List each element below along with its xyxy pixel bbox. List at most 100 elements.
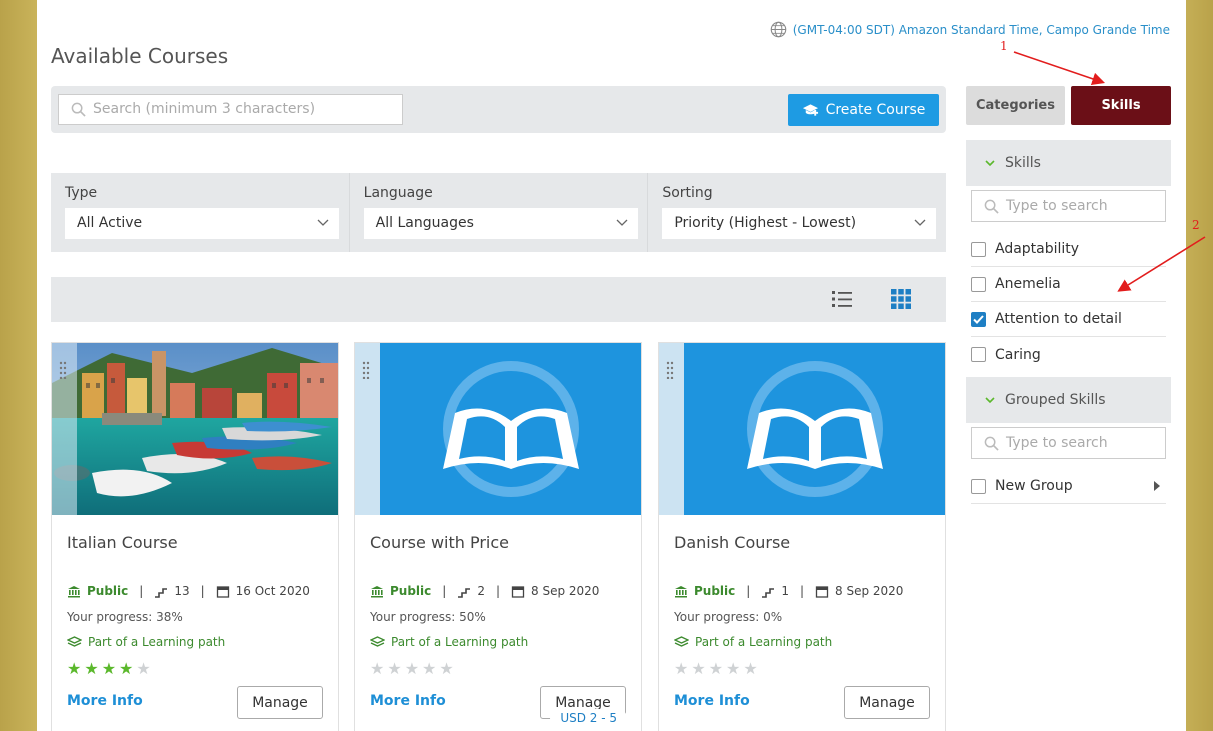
list-view-icon[interactable] — [831, 288, 853, 310]
learning-path-label: Part of a Learning path — [88, 635, 226, 649]
star-empty-icon: ★ — [439, 659, 454, 678]
progress-text: Your progress: 0% — [674, 610, 782, 624]
star-empty-icon: ★ — [691, 659, 706, 678]
progress-value: 0% — [763, 610, 783, 624]
book-placeholder — [355, 343, 641, 515]
star-filled-icon: ★ — [119, 659, 134, 678]
course-title[interactable]: Course with Price — [370, 533, 509, 552]
drag-handle-icon[interactable] — [666, 361, 674, 379]
more-info-link[interactable]: More Info — [67, 693, 143, 709]
price-badge: USD 2 - 5 — [550, 709, 627, 727]
progress-value: 38% — [156, 610, 183, 624]
separator: | — [139, 584, 144, 598]
manage-button[interactable]: Manage — [237, 686, 323, 719]
lesson-count: 13 — [174, 584, 190, 598]
separator: | — [442, 584, 447, 598]
layers-icon — [67, 636, 82, 647]
visibility-label: Public — [694, 584, 736, 598]
filter-type-label: Type — [65, 185, 98, 201]
group-item[interactable]: New Group — [971, 469, 1166, 504]
course-image — [659, 343, 945, 515]
tab-categories[interactable]: Categories — [966, 86, 1065, 125]
filter-sorting-select[interactable]: Priority (Highest - Lowest) — [662, 208, 937, 239]
course-title[interactable]: Italian Course — [67, 533, 178, 552]
filter-bar: Type All Active Language All Languages S… — [51, 173, 946, 252]
progress-text: Your progress: 38% — [67, 610, 183, 624]
drag-handle-icon[interactable] — [362, 361, 370, 379]
photo-cinque-terre — [52, 343, 338, 515]
search-input[interactable]: Search (minimum 3 characters) — [58, 94, 403, 125]
skill-item[interactable]: Anemelia — [971, 267, 1166, 302]
manage-button[interactable]: Manage — [844, 686, 930, 719]
cap-plus-icon — [802, 104, 818, 116]
filter-sorting-value: Priority (Highest - Lowest) — [674, 215, 857, 231]
group-label: New Group — [995, 478, 1073, 494]
create-course-button[interactable]: Create Course — [788, 94, 939, 126]
chevron-down-icon — [317, 219, 329, 226]
skills-search-input[interactable]: Type to search — [971, 190, 1166, 222]
course-card[interactable]: Danish Course Public | 1 | 8 Sep 2020 Yo… — [658, 342, 946, 731]
skills-search-placeholder: Type to search — [1006, 198, 1108, 214]
course-grid: Italian Course Public | 13 | 16 Oct 2020… — [51, 342, 946, 731]
separator: | — [495, 584, 501, 598]
checkbox-checked[interactable] — [971, 311, 986, 327]
drag-strip[interactable] — [659, 343, 684, 515]
chevron-down-icon — [985, 159, 995, 166]
drag-strip[interactable] — [52, 343, 77, 515]
filter-language-select[interactable]: All Languages — [363, 208, 638, 239]
skill-item[interactable]: Caring — [971, 337, 1166, 372]
layers-icon — [674, 636, 689, 647]
star-filled-icon: ★ — [67, 659, 82, 678]
learning-path: Part of a Learning path — [370, 635, 528, 649]
checkbox[interactable] — [971, 478, 986, 494]
caret-right-icon[interactable] — [1154, 481, 1160, 491]
timezone-link[interactable]: (GMT-04:00 SDT) Amazon Standard Time, Ca… — [770, 21, 1170, 38]
grouped-skills-title: Grouped Skills — [1005, 392, 1106, 408]
course-date: 16 Oct 2020 — [235, 584, 310, 598]
checkmark-icon — [973, 314, 984, 324]
skills-section-header[interactable]: Skills — [966, 140, 1171, 186]
learning-path-label: Part of a Learning path — [391, 635, 529, 649]
more-info-link[interactable]: More Info — [370, 693, 446, 709]
checkbox[interactable] — [971, 241, 986, 257]
lesson-count: 2 — [477, 584, 485, 598]
steps-icon — [155, 587, 168, 598]
filter-sorting-label: Sorting — [662, 185, 713, 201]
course-date: 8 Sep 2020 — [531, 584, 600, 598]
course-card[interactable]: USD 2 - 5 Course with Price Public | 2 |… — [354, 342, 642, 731]
star-empty-icon: ★ — [708, 659, 724, 678]
more-info-link[interactable]: More Info — [674, 693, 750, 709]
tab-skills[interactable]: Skills — [1071, 86, 1171, 125]
star-empty-icon: ★ — [674, 659, 689, 678]
grouped-skills-section-header[interactable]: Grouped Skills — [966, 377, 1171, 423]
visibility-label: Public — [390, 584, 432, 598]
grouped-skills-search-input[interactable]: Type to search — [971, 427, 1166, 459]
filter-language-label: Language — [363, 185, 433, 201]
skill-item[interactable]: Attention to detail — [971, 302, 1166, 337]
skill-label: Anemelia — [995, 276, 1061, 292]
star-empty-icon: ★ — [370, 659, 385, 678]
filter-language: Language All Languages — [350, 173, 649, 252]
grouped-skills-search-placeholder: Type to search — [1006, 435, 1108, 451]
course-title[interactable]: Danish Course — [674, 533, 790, 552]
institution-icon — [371, 585, 383, 597]
skill-item[interactable]: Adaptability — [971, 232, 1166, 267]
filter-type-select[interactable]: All Active — [65, 208, 339, 239]
star-empty-icon: ★ — [743, 659, 758, 678]
course-meta: Public | 13 | 16 Oct 2020 — [67, 584, 310, 598]
checkbox[interactable] — [971, 347, 986, 362]
star-empty-icon: ★ — [422, 659, 437, 678]
course-card[interactable]: Italian Course Public | 13 | 16 Oct 2020… — [51, 342, 339, 731]
drag-handle-icon[interactable] — [59, 361, 67, 379]
star-filled-icon: ★ — [101, 659, 117, 678]
main-panel: (GMT-04:00 SDT) Amazon Standard Time, Ca… — [37, 0, 1186, 731]
annotation-number: 2 — [1192, 218, 1200, 232]
checkbox[interactable] — [971, 276, 986, 292]
grid-view-icon[interactable] — [890, 288, 912, 310]
filter-type: Type All Active — [51, 173, 350, 252]
rating-stars: ★ ★ ★ ★ ★ — [674, 660, 758, 678]
filter-type-value: All Active — [77, 215, 143, 231]
drag-strip[interactable] — [355, 343, 380, 515]
page-title: Available Courses — [51, 44, 229, 68]
learning-path: Part of a Learning path — [674, 635, 832, 649]
